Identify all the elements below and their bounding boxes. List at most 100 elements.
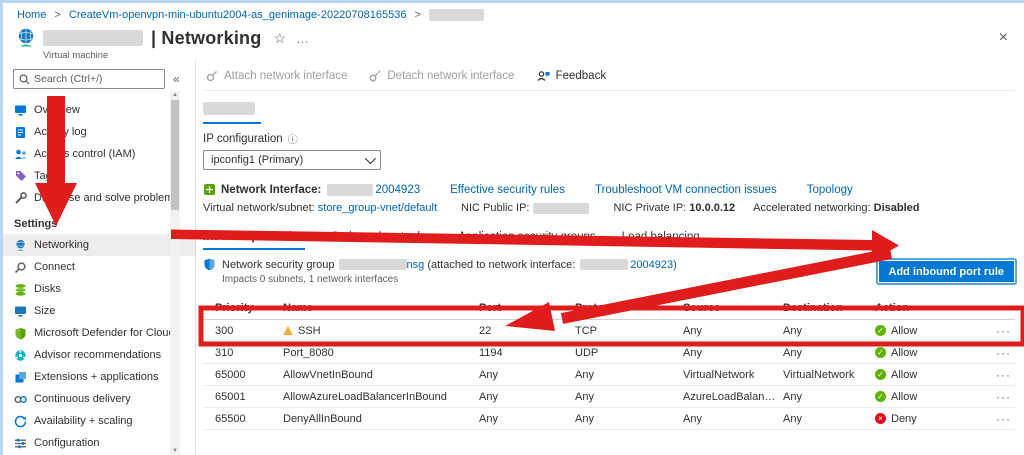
- availability-scaling-icon: [14, 415, 27, 427]
- troubleshoot-link[interactable]: Troubleshoot VM connection issues: [595, 184, 777, 196]
- table-row-allowvnetinbound[interactable]: 65000 AllowVnetInBound Any Any VirtualNe…: [203, 364, 1015, 386]
- breadcrumb-redacted-item: [429, 9, 485, 22]
- size-icon: [15, 306, 26, 317]
- col-priority: Priority: [215, 301, 254, 314]
- public-ip-redacted: [533, 202, 590, 214]
- overview-icon: [15, 105, 26, 116]
- sidebar-item-availability-scaling[interactable]: Availability + scaling: [3, 410, 195, 432]
- sidebar-item-networking[interactable]: Networking: [3, 234, 195, 256]
- sidebar-item-configuration[interactable]: Configuration: [3, 432, 195, 454]
- allow-icon: ✓: [875, 325, 886, 336]
- sidebar-scrollbar[interactable]: ▲ ▼: [170, 91, 180, 455]
- nic-tab-underline: [203, 122, 261, 124]
- sidebar-item-diagnose[interactable]: Diagnose and solve problems: [3, 187, 195, 209]
- allow-icon: ✓: [875, 369, 886, 380]
- nic-tab-selected[interactable]: [203, 100, 261, 124]
- col-action: Action: [875, 301, 910, 314]
- nic-name-redacted: [327, 183, 374, 196]
- close-icon[interactable]: ×: [999, 29, 1008, 47]
- add-inbound-port-rule-button[interactable]: Add inbound port rule: [877, 260, 1015, 283]
- table-row-port-8080[interactable]: 310 Port_8080 1194 UDP Any Any ✓ Allow ··…: [203, 342, 1015, 364]
- feedback-button[interactable]: Feedback: [537, 70, 606, 82]
- row-menu-icon[interactable]: ···: [961, 390, 1015, 404]
- activity-log-icon: [16, 126, 25, 138]
- sidebar-item-connect[interactable]: Connect: [3, 256, 195, 278]
- azure-portal-networking-page: Home > CreateVm-openvpn-min-ubuntu2004-a…: [0, 0, 1024, 455]
- virtual-machine-icon: [18, 28, 34, 47]
- nic-tab-redacted-label: [203, 102, 255, 116]
- topology-link[interactable]: Topology: [807, 184, 853, 196]
- row-menu-icon[interactable]: ···: [961, 346, 1015, 360]
- nic-name-link[interactable]: 2004923: [375, 184, 420, 196]
- scroll-down-icon[interactable]: ▼: [170, 448, 180, 454]
- tab-inbound-port-rules[interactable]: Inbound port rules: [203, 231, 305, 250]
- sidebar-item-overview[interactable]: Overview: [3, 99, 195, 121]
- nsg-prefix: Network security group: [222, 258, 335, 271]
- ip-configuration-label: IP configuration: [203, 132, 283, 145]
- nsg-attached-text: (attached to network interface:: [427, 258, 576, 271]
- attach-icon: [206, 70, 217, 81]
- nsg-shield-icon: [204, 258, 215, 271]
- sidebar-item-continuous-delivery[interactable]: Continuous delivery: [3, 388, 195, 410]
- page-header: | Networking ☆ …: [15, 27, 310, 49]
- attach-network-interface-button[interactable]: Attach network interface: [206, 70, 347, 82]
- tab-load-balancing[interactable]: Load balancing: [622, 231, 700, 250]
- nsg-nic-link[interactable]: 2004923): [630, 259, 677, 271]
- search-input[interactable]: [34, 73, 159, 85]
- shield-icon: [15, 327, 26, 339]
- favorite-star-icon[interactable]: ☆: [273, 30, 286, 47]
- vnet-link[interactable]: store_group-vnet/default: [318, 202, 437, 214]
- sidebar-item-activity-log[interactable]: Activity log: [3, 121, 195, 143]
- info-icon[interactable]: ⓘ: [288, 131, 298, 146]
- advisor-icon: [15, 349, 26, 361]
- sidebar-item-tags[interactable]: Tags: [3, 165, 195, 187]
- sidebar-settings-header: Settings: [14, 218, 58, 230]
- col-name: Name: [283, 301, 313, 314]
- search-icon: [19, 73, 30, 84]
- row-menu-icon[interactable]: ···: [961, 324, 1015, 338]
- disks-icon: [15, 283, 26, 296]
- access-control-icon: [15, 149, 27, 159]
- breadcrumb: Home > CreateVm-openvpn-min-ubuntu2004-a…: [17, 9, 485, 22]
- breadcrumb-separator: >: [54, 9, 61, 21]
- scroll-up-icon[interactable]: ▲: [170, 92, 180, 98]
- main-content: Attach network interface Detach network …: [196, 61, 1024, 455]
- detach-icon: [369, 70, 381, 81]
- breadcrumb-home-link[interactable]: Home: [17, 9, 46, 21]
- private-ip-label: NIC Private IP:: [613, 202, 687, 214]
- nsg-section: Network security group nsg (attached to …: [203, 258, 1015, 288]
- table-row-denyallinbound[interactable]: 65500 DenyAllInBound Any Any Any Any × De…: [203, 408, 1015, 430]
- sidebar-item-access-control[interactable]: Access control (IAM): [3, 143, 195, 165]
- nsg-link[interactable]: nsg: [407, 259, 425, 271]
- tags-icon: [16, 170, 26, 181]
- ip-configuration-select[interactable]: ipconfig1 (Primary): [203, 150, 381, 170]
- breadcrumb-vm-link[interactable]: CreateVm-openvpn-min-ubuntu2004-as_genim…: [69, 9, 407, 21]
- feedback-icon: [537, 70, 550, 81]
- networking-icon: [16, 239, 25, 251]
- effective-security-rules-link[interactable]: Effective security rules: [450, 184, 565, 196]
- tab-outbound-port-rules[interactable]: Outbound port rules: [331, 231, 433, 250]
- col-port: Port: [479, 301, 501, 314]
- scrollbar-thumb[interactable]: [171, 100, 179, 210]
- more-options-icon[interactable]: …: [296, 31, 310, 46]
- breadcrumb-separator: >: [414, 9, 421, 21]
- detach-network-interface-button[interactable]: Detach network interface: [369, 70, 515, 82]
- nsg-nic-redacted: [580, 259, 629, 270]
- sidebar-item-extensions[interactable]: Extensions + applications: [3, 366, 195, 388]
- wrench-icon: [15, 191, 27, 204]
- tab-application-security-groups[interactable]: Application security groups: [458, 231, 595, 250]
- sidebar-item-advisor[interactable]: Advisor recommendations: [3, 344, 195, 366]
- network-interface-icon: [204, 184, 215, 195]
- inbound-rules-table: Priority Name Port Protocol Source Desti…: [203, 296, 1015, 430]
- table-row-ssh[interactable]: 300 SSH 22 TCP Any Any ✓ Allow ···: [203, 320, 1015, 342]
- sidebar-item-defender[interactable]: Microsoft Defender for Cloud: [3, 322, 195, 344]
- sidebar-item-disks[interactable]: Disks: [3, 278, 195, 300]
- row-menu-icon[interactable]: ···: [961, 368, 1015, 382]
- row-menu-icon[interactable]: ···: [961, 412, 1015, 426]
- deny-icon: ×: [875, 413, 886, 424]
- command-bar: Attach network interface Detach network …: [203, 61, 1015, 91]
- table-row-allowazureloadbalancerinbound[interactable]: 65001 AllowAzureLoadBalancerInBound Any …: [203, 386, 1015, 408]
- col-destination: Destination: [783, 301, 843, 314]
- sidebar-item-size[interactable]: Size: [3, 300, 195, 322]
- collapse-sidebar-icon[interactable]: «: [173, 72, 180, 86]
